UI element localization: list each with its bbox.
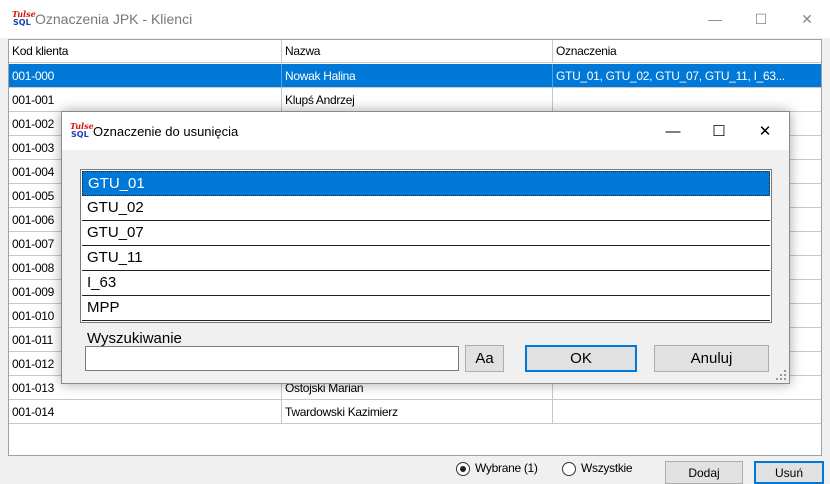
cell-name[interactable]: Twardowski Kazimierz (282, 400, 553, 424)
logo-text-top: Tulse (12, 9, 36, 19)
cell-code[interactable]: 001-001 (9, 88, 282, 112)
list-item[interactable]: MPP (82, 296, 770, 321)
radio-selected[interactable] (456, 462, 470, 476)
minimize-button[interactable]: — (692, 0, 738, 38)
dialog-minimize-button[interactable]: — (650, 112, 696, 150)
dialog-close-button[interactable]: ✕ (742, 112, 788, 150)
remove-button[interactable]: Usuń (754, 461, 824, 484)
dialog-logo-text-top: Tulse (70, 121, 94, 131)
maximize-icon: ☐ (712, 123, 726, 140)
cell-name[interactable]: Nowak Halina (282, 64, 553, 88)
table-row[interactable]: 001-000 Nowak Halina GTU_01, GTU_02, GTU_0… (9, 64, 821, 88)
minimize-icon: — (665, 122, 681, 140)
cancel-button[interactable]: Anuluj (654, 345, 769, 372)
maximize-icon: ☐ (754, 10, 768, 27)
close-button[interactable]: ✕ (784, 0, 830, 38)
dialog-maximize-button[interactable]: ☐ (696, 112, 742, 150)
title-bar[interactable]: Tulse SQL Oznaczenia JPK - Klienci — ☐ ✕ (0, 0, 830, 38)
table-row[interactable]: 001-001 Klupś Andrzej (9, 88, 821, 112)
cell-code[interactable]: 001-014 (9, 400, 282, 424)
dialog-title-bar[interactable]: Tulse SQL Oznaczenie do usunięcia — ☐ ✕ (62, 112, 789, 150)
list-item[interactable]: GTU_01 (82, 171, 770, 196)
column-header-code[interactable]: Kod klienta (9, 40, 282, 63)
cell-name[interactable]: Klupś Andrzej (282, 88, 553, 112)
list-item[interactable]: GTU_07 (82, 221, 770, 246)
ok-button[interactable]: OK (525, 345, 637, 372)
dialog-logo-icon: Tulse SQL (70, 122, 94, 140)
close-icon: ✕ (801, 10, 813, 27)
match-case-button[interactable]: Aa (465, 345, 504, 372)
list-item[interactable]: GTU_02 (82, 196, 770, 221)
add-button[interactable]: Dodaj (665, 461, 743, 484)
minimize-icon: — (708, 11, 722, 27)
column-header-name[interactable]: Nazwa (282, 40, 553, 63)
cell-tags[interactable] (553, 400, 821, 424)
search-input[interactable] (85, 346, 459, 371)
radio-selected-label[interactable]: Wybrane (1) (475, 461, 538, 475)
dialog-title: Oznaczenie do usunięcia (93, 124, 239, 139)
window-title: Oznaczenia JPK - Klienci (35, 11, 193, 27)
list-item[interactable]: I_63 (82, 271, 770, 296)
search-label: Wyszukiwanie (87, 330, 182, 347)
cell-code[interactable]: 001-000 (9, 64, 282, 88)
maximize-button[interactable]: ☐ (738, 0, 784, 38)
close-icon: ✕ (758, 123, 772, 140)
remove-tag-dialog: Tulse SQL Oznaczenie do usunięcia — ☐ ✕ … (61, 111, 790, 384)
tags-listbox[interactable]: GTU_01 GTU_02 GTU_07 GTU_11 I_63 MPP (80, 169, 772, 323)
resize-grip-icon[interactable] (776, 370, 786, 380)
radio-all[interactable] (562, 462, 576, 476)
logo-text-bottom: SQL (13, 18, 31, 27)
radio-all-label[interactable]: Wszystkie (581, 461, 633, 475)
column-header-tags[interactable]: Oznaczenia (553, 40, 821, 63)
cell-tags[interactable]: GTU_01, GTU_02, GTU_07, GTU_11, I_63... (553, 64, 821, 88)
table-row[interactable]: 001-014 Twardowski Kazimierz (9, 400, 821, 424)
cell-tags[interactable] (553, 88, 821, 112)
dialog-logo-text-bottom: SQL (71, 130, 89, 139)
grid-header: Kod klienta Nazwa Oznaczenia (9, 40, 821, 63)
app-logo-icon: Tulse SQL (12, 10, 36, 28)
list-item[interactable]: GTU_11 (82, 246, 770, 271)
